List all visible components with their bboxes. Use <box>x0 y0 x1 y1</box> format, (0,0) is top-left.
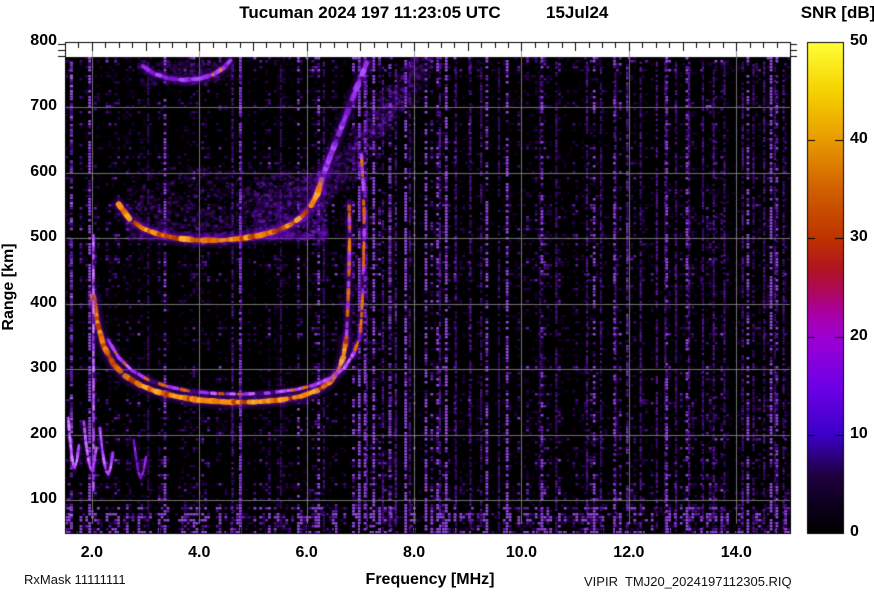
x-tick-label: 8.0 <box>402 544 426 561</box>
filename-label: VIPIR TMJ20_2024197112305.RIQ <box>584 574 792 589</box>
y-axis-label: Range [km] <box>0 243 17 331</box>
y-tick-label: 800 <box>30 32 57 49</box>
x-axis-label: Frequency [MHz] <box>365 571 495 588</box>
y-tick-label: 700 <box>30 97 57 115</box>
y-tick-label: 300 <box>30 359 57 377</box>
colorbar-tick-label: 30 <box>850 228 868 246</box>
y-tick-label: 100 <box>30 490 57 508</box>
colorbar-tick-label: 50 <box>850 32 868 49</box>
x-tick-label: 6.0 <box>295 544 318 561</box>
x-tick-label: 10.0 <box>505 544 538 561</box>
y-tick-label: 200 <box>30 424 57 442</box>
colorbar-tick-label: 0 <box>850 523 859 540</box>
colorbar-tick-label: 10 <box>850 424 868 442</box>
y-tick-label: 500 <box>30 228 57 246</box>
x-tick-label: 12.0 <box>613 544 645 561</box>
colorbar-tick-label: 40 <box>850 130 868 148</box>
y-tick-label: 400 <box>30 293 57 311</box>
colorbar-tick-label: 20 <box>850 326 868 344</box>
ionogram-heatmap-canvas <box>0 0 874 595</box>
y-tick-label: 600 <box>30 162 57 180</box>
x-tick-label: 2.0 <box>80 544 103 561</box>
chart-date-label: 15Jul24 <box>546 3 609 22</box>
x-tick-label: 14.0 <box>720 544 752 561</box>
chart-title: Tucuman 2024 197 11:23:05 UTC <box>239 3 501 22</box>
ionogram-figure: Tucuman 2024 197 11:23:05 UTC 15Jul24 SN… <box>0 0 874 595</box>
x-tick-label: 4.0 <box>188 544 211 561</box>
rxmask-label: RxMask 11111111 <box>24 572 126 587</box>
colorbar-title: SNR [dB] <box>800 3 874 22</box>
